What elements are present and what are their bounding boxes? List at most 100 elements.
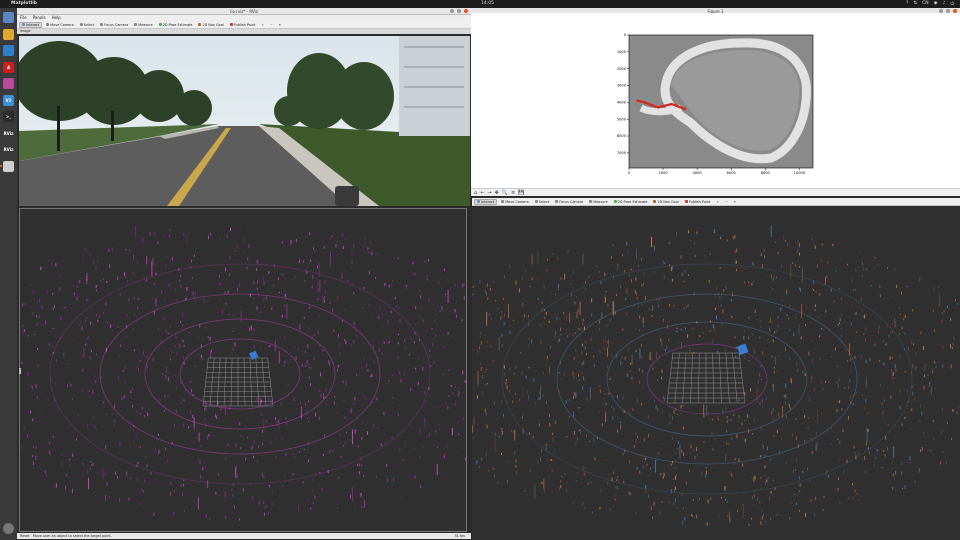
- x-tick-label: 6000: [727, 171, 737, 175]
- figure-canvas[interactable]: 0 2000 4000 6000 8000 10000 0 1000 2000 3000 4000 5…: [471, 13, 960, 188]
- chrome-icon[interactable]: [3, 28, 14, 40]
- tool-measure-icon: [134, 23, 138, 26]
- trajectory-point: [656, 106, 660, 109]
- x-tick-label: 0: [628, 171, 631, 175]
- tool-move-camera-icon: [46, 23, 50, 26]
- tool-label: Publish Point: [688, 199, 711, 204]
- files-icon[interactable]: [3, 12, 14, 23]
- ground-grid-right: [666, 352, 746, 404]
- point-cloud-points: [20, 225, 466, 521]
- tray-item-4[interactable]: ♪: [943, 1, 946, 7]
- x-tick-label: 2000: [658, 171, 668, 175]
- pan-icon[interactable]: ✥: [495, 190, 499, 196]
- minimize-icon[interactable]: [450, 9, 454, 13]
- tool-interact-button[interactable]: Interact: [474, 198, 498, 205]
- v2-icon[interactable]: V2: [3, 94, 14, 106]
- tray-item-2[interactable]: CN: [922, 1, 929, 7]
- status-hint: Move over an object to select the target…: [32, 534, 112, 538]
- tray-item-3[interactable]: ◉: [934, 1, 938, 7]
- show-apps-icon[interactable]: [3, 523, 14, 534]
- tool-move-camera-button[interactable]: Move Camera: [44, 22, 75, 28]
- tool-measure-button[interactable]: Measure: [587, 199, 609, 205]
- zoom-icon[interactable]: 🔍: [502, 190, 508, 196]
- tool-publish-point-icon: [229, 23, 233, 26]
- figure-toolbar: ⌂ ← → ✥ 🔍 ≡ 💾: [471, 188, 960, 196]
- active-app-name[interactable]: Matplotlib: [11, 1, 37, 6]
- tool-menu-icon[interactable]: ▾: [277, 23, 283, 27]
- x-tick-label: 4000: [693, 171, 703, 175]
- y-tick-label: 2000: [617, 67, 627, 71]
- tool-label: Interact: [481, 199, 495, 204]
- remove-tool-icon[interactable]: −: [723, 200, 730, 204]
- tool-select-button[interactable]: Select: [533, 199, 551, 205]
- save-icon[interactable]: 💾: [518, 190, 524, 196]
- y-tick-label: 7000: [617, 151, 627, 155]
- tool-2d-nav-goal-button[interactable]: 2D Nav Goal: [196, 22, 225, 28]
- configure-icon[interactable]: ≡: [511, 190, 515, 196]
- tool-2d-pose-estimate-button[interactable]: 2D Pose Estimate: [612, 199, 650, 205]
- robot-pose-marker-right: [736, 343, 749, 356]
- trajectory-point: [663, 104, 666, 107]
- occupancy-map-chart[interactable]: 0 2000 4000 6000 8000 10000 0 1000 2000 3000 4000 5…: [471, 13, 960, 188]
- tool-select-icon: [79, 23, 83, 26]
- reset-button[interactable]: Reset: [20, 534, 29, 538]
- point-cloud-right[interactable]: [472, 207, 960, 540]
- tool-label: Publish Point: [233, 22, 256, 27]
- x-tick-label: 8000: [761, 171, 771, 175]
- tool-2d-pose-estimate-button[interactable]: 2D Pose Estimate: [157, 22, 195, 28]
- window-title-text: lio.rviz* - RViz: [230, 9, 258, 14]
- tool-focus-camera-icon: [555, 200, 559, 203]
- add-tool-icon[interactable]: +: [259, 23, 266, 27]
- y-tick-label: 3000: [617, 84, 627, 88]
- add-tool-icon[interactable]: +: [714, 200, 721, 204]
- rviz-status-bar: Reset Move over an object to select the …: [17, 533, 471, 539]
- rviz-icon[interactable]: RViz: [3, 127, 14, 139]
- terminal-icon[interactable]: >_: [3, 111, 14, 122]
- forward-icon[interactable]: →: [487, 190, 491, 196]
- point-cloud-left[interactable]: [20, 209, 466, 531]
- tool-publish-point-button[interactable]: Publish Point: [228, 22, 258, 28]
- acrobat-icon[interactable]: A: [3, 61, 14, 73]
- app-icon[interactable]: [3, 78, 14, 89]
- tool-interact-icon: [22, 23, 25, 26]
- tray-item-0[interactable]: ?: [906, 1, 908, 7]
- clock[interactable]: 14:05: [481, 1, 494, 6]
- tool-menu-icon[interactable]: ▾: [732, 200, 738, 204]
- rviz-window-title[interactable]: lio.rviz* - RViz: [17, 8, 471, 15]
- trajectory-point: [677, 105, 680, 108]
- tray-item-1[interactable]: ⇅: [913, 1, 917, 7]
- rviz-3d-view-right[interactable]: [472, 207, 960, 540]
- tool-interact-icon: [477, 200, 480, 203]
- tool-label: 2D Nav Goal: [202, 22, 224, 27]
- system-tray[interactable]: ? ⇅ CN ◉ ♪ ⏻: [906, 1, 954, 7]
- tool-move-camera-icon: [501, 200, 505, 203]
- back-icon[interactable]: ←: [480, 190, 484, 196]
- tool-2d-pose-estimate-icon: [158, 23, 162, 26]
- y-tick-label: 0: [624, 33, 627, 37]
- tray-item-5[interactable]: ⏻: [950, 1, 954, 7]
- tool-interact-button[interactable]: Interact: [19, 21, 43, 28]
- splitter-handle[interactable]: [19, 368, 21, 374]
- maximize-icon[interactable]: [457, 9, 461, 13]
- tool-2d-nav-goal-button[interactable]: 2D Nav Goal: [651, 199, 680, 205]
- tool-icon[interactable]: [0, 160, 14, 172]
- tool-label: Measure: [593, 199, 608, 204]
- tool-label: Select: [83, 22, 95, 27]
- tool-focus-camera-button[interactable]: Focus Camera: [98, 22, 130, 28]
- image-panel-title: Image: [20, 29, 31, 33]
- rviz-icon-2[interactable]: RViz: [3, 144, 14, 155]
- close-icon[interactable]: [464, 9, 468, 13]
- vscode-icon[interactable]: [3, 45, 14, 56]
- remove-tool-icon[interactable]: −: [268, 23, 275, 27]
- system-top-bar: Matplotlib 14:05 ? ⇅ CN ◉ ♪ ⏻: [0, 0, 960, 8]
- tool-focus-camera-icon: [100, 23, 104, 26]
- home-icon[interactable]: ⌂: [474, 190, 477, 196]
- trajectory-point: [684, 107, 687, 111]
- tool-focus-camera-button[interactable]: Focus Camera: [553, 199, 585, 205]
- rviz-3d-view-left[interactable]: [19, 208, 467, 532]
- tool-label: Move Camera: [505, 199, 529, 204]
- tool-select-button[interactable]: Select: [78, 22, 96, 28]
- tool-move-camera-button[interactable]: Move Camera: [499, 199, 530, 205]
- tool-measure-button[interactable]: Measure: [132, 22, 154, 28]
- tool-publish-point-button[interactable]: Publish Point: [683, 199, 713, 205]
